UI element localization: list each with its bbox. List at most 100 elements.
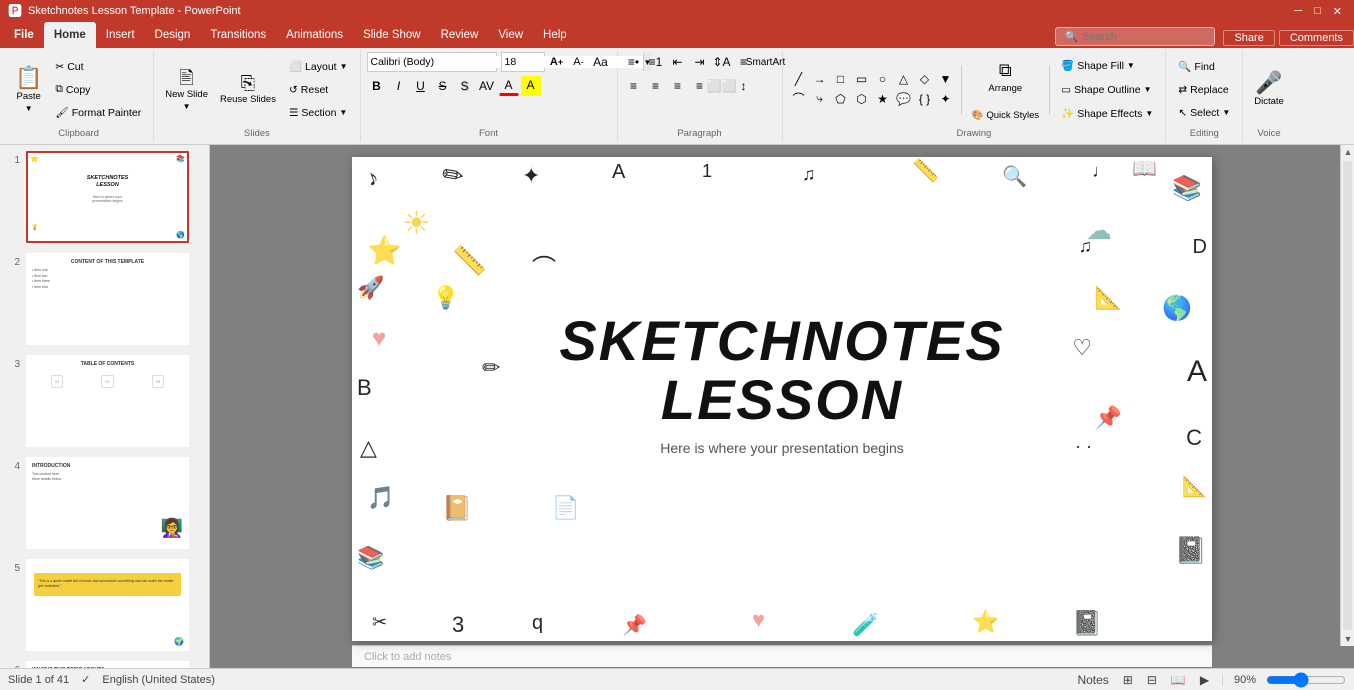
tab-help[interactable]: Help [533, 22, 577, 48]
slide-thumb-1[interactable]: 1 ⭐ 📚 💡 🌎 SKETCHNOTESLESSON Here is wher… [4, 149, 205, 245]
arrange-button[interactable]: ⧉ Arrange [967, 52, 1045, 102]
dictate-button[interactable]: 🎤 Dictate [1249, 62, 1289, 118]
search-input[interactable] [1082, 31, 1192, 43]
shape-hexagon[interactable]: ⬡ [852, 90, 872, 108]
shape-rounded-rect[interactable]: ▭ [852, 70, 872, 88]
tab-design[interactable]: Design [145, 22, 201, 48]
font-name-combo[interactable]: ▼ [367, 52, 497, 72]
slide-thumb-img-4[interactable]: INTRODUCTION Text content here.More deta… [26, 457, 189, 549]
font-size-combo[interactable]: ▼ [501, 52, 545, 72]
tab-transitions[interactable]: Transitions [200, 22, 276, 48]
slideshow-button[interactable]: ▶ [1198, 673, 1211, 687]
align-right-button[interactable]: ≡ [668, 76, 688, 96]
slide-thumb-4[interactable]: 4 INTRODUCTION Text content here.More de… [4, 455, 205, 551]
quick-styles-button[interactable]: 🎨 Quick Styles [967, 103, 1045, 127]
shape-triangle[interactable]: △ [894, 70, 914, 88]
format-painter-button[interactable]: 🖌 Format Painter [49, 102, 147, 124]
spacing-button[interactable]: AV [477, 76, 497, 96]
slide-thumb-6[interactable]: 6 WHAT IS THIS TOPIC ABOUT? Content deta… [4, 659, 205, 668]
tab-review[interactable]: Review [431, 22, 489, 48]
shadow-button[interactable]: S [455, 76, 475, 96]
scroll-thumb[interactable] [1343, 161, 1352, 630]
shape-extra[interactable]: ✦ [936, 90, 956, 108]
scroll-up-button[interactable]: ▲ [1341, 145, 1354, 159]
replace-button[interactable]: ⇄ Replace [1172, 79, 1236, 101]
normal-view-button[interactable]: ⊞ [1121, 673, 1135, 687]
tab-insert[interactable]: Insert [96, 22, 145, 48]
maximize-button[interactable]: □ [1310, 5, 1325, 17]
align-center-button[interactable]: ≡ [646, 76, 666, 96]
italic-button[interactable]: I [389, 76, 409, 96]
reset-button[interactable]: ↺ Reset [283, 79, 354, 101]
strikethrough-button[interactable]: S [433, 76, 453, 96]
shape-connector[interactable]: ⤷ [810, 90, 830, 108]
decrease-indent-button[interactable]: ⇤ [668, 52, 688, 72]
shape-curve[interactable]: ⌒ [789, 90, 809, 108]
increase-indent-button[interactable]: ⇥ [690, 52, 710, 72]
slide-title-container[interactable]: SKETCHNOTES LESSON Here is where your pr… [559, 312, 1004, 456]
cut-button[interactable]: ✂ Cut [49, 56, 147, 78]
search-box[interactable]: 🔍 [1055, 27, 1215, 46]
highlight-button[interactable]: A [521, 76, 541, 96]
slide-thumb-img-3[interactable]: TABLE OF CONTENTS 01 02 03 [26, 355, 189, 447]
paste-button[interactable]: 📋 Paste ▼ [10, 62, 47, 118]
font-color-button[interactable]: A [499, 76, 519, 96]
notes-area[interactable]: Click to add notes [352, 645, 1212, 667]
section-button[interactable]: ☰ Section ▼ [283, 102, 354, 124]
shapes-more[interactable]: ▼ [936, 70, 956, 88]
slide-thumb-img-5[interactable]: "This is a quote inside full of words th… [26, 559, 189, 651]
line-spacing-button[interactable]: ↕ [734, 76, 754, 96]
columns-button[interactable]: ⬜⬜ [712, 76, 732, 96]
tab-home[interactable]: Home [44, 22, 96, 48]
shape-circle[interactable]: ○ [873, 70, 893, 88]
slide-thumb-img-2[interactable]: CONTENT OF THIS TEMPLATE • Item one• Ite… [26, 253, 189, 345]
tab-file[interactable]: File [4, 22, 44, 48]
share-button[interactable]: Share [1223, 30, 1274, 46]
select-button[interactable]: ↖ Select ▼ [1172, 102, 1236, 124]
text-direction-button[interactable]: ⇕A [712, 52, 732, 72]
shape-pentagon[interactable]: ⬠ [831, 90, 851, 108]
tab-slideshow[interactable]: Slide Show [353, 22, 431, 48]
find-button[interactable]: 🔍 Find [1172, 56, 1236, 78]
zoom-slider[interactable] [1266, 672, 1346, 688]
shape-arrow[interactable]: → [810, 70, 830, 88]
slide-thumb-3[interactable]: 3 TABLE OF CONTENTS 01 02 03 [4, 353, 205, 449]
shape-math[interactable]: { } [915, 90, 935, 108]
new-slide-button[interactable]: 🖹 New Slide ▼ [160, 62, 213, 118]
slide-thumb-img-6[interactable]: WHAT IS THIS TOPIC ABOUT? Content detail… [26, 661, 189, 668]
increase-font-button[interactable]: A+ [547, 52, 567, 72]
align-left-button[interactable]: ≡ [624, 76, 644, 96]
change-case-button[interactable]: Aa [591, 52, 611, 72]
slide-thumb-img-1[interactable]: ⭐ 📚 💡 🌎 SKETCHNOTESLESSON Here is where … [26, 151, 189, 243]
font-name-input[interactable] [368, 56, 509, 68]
notes-button[interactable]: Notes [1075, 673, 1110, 687]
slide-canvas[interactable]: ♪ ✏ ✦ A 1 ♫ 📏 🔍 ♩ 📖 📚 D 🌎 A C 📐 📓 [352, 157, 1212, 641]
decrease-font-button[interactable]: A- [569, 52, 589, 72]
layout-button[interactable]: ⬜ Layout ▼ [283, 56, 354, 78]
reuse-slides-button[interactable]: ⎘ Reuse Slides [215, 62, 281, 118]
underline-button[interactable]: U [411, 76, 431, 96]
shape-rect[interactable]: □ [831, 70, 851, 88]
minimize-button[interactable]: ─ [1290, 5, 1306, 17]
reading-view-button[interactable]: 📖 [1169, 673, 1188, 687]
tab-view[interactable]: View [488, 22, 533, 48]
close-button[interactable]: ✕ [1329, 5, 1346, 18]
numbering-button[interactable]: ≡1 [646, 52, 666, 72]
shape-outline-button[interactable]: ▭ Shape Outline ▼ [1055, 79, 1159, 101]
shape-fill-button[interactable]: 🪣 Shape Fill ▼ [1055, 55, 1159, 77]
shape-callout[interactable]: 💬 [894, 90, 914, 108]
shape-effects-button[interactable]: ✨ Shape Effects ▼ [1055, 103, 1159, 125]
smartart-button[interactable]: SmartArt [756, 52, 776, 72]
shape-diamond[interactable]: ◇ [915, 70, 935, 88]
scroll-down-button[interactable]: ▼ [1341, 632, 1354, 646]
shape-line[interactable]: ╱ [789, 70, 809, 88]
comments-button[interactable]: Comments [1279, 30, 1354, 46]
shape-star[interactable]: ★ [873, 90, 893, 108]
slide-thumb-5[interactable]: 5 "This is a quote inside full of words … [4, 557, 205, 653]
slide-sorter-button[interactable]: ⊟ [1145, 673, 1159, 687]
bullets-button[interactable]: ≡• [624, 52, 644, 72]
slide-thumb-2[interactable]: 2 CONTENT OF THIS TEMPLATE • Item one• I… [4, 251, 205, 347]
copy-button[interactable]: ⧉ Copy [49, 79, 147, 101]
tab-animations[interactable]: Animations [276, 22, 353, 48]
bold-button[interactable]: B [367, 76, 387, 96]
